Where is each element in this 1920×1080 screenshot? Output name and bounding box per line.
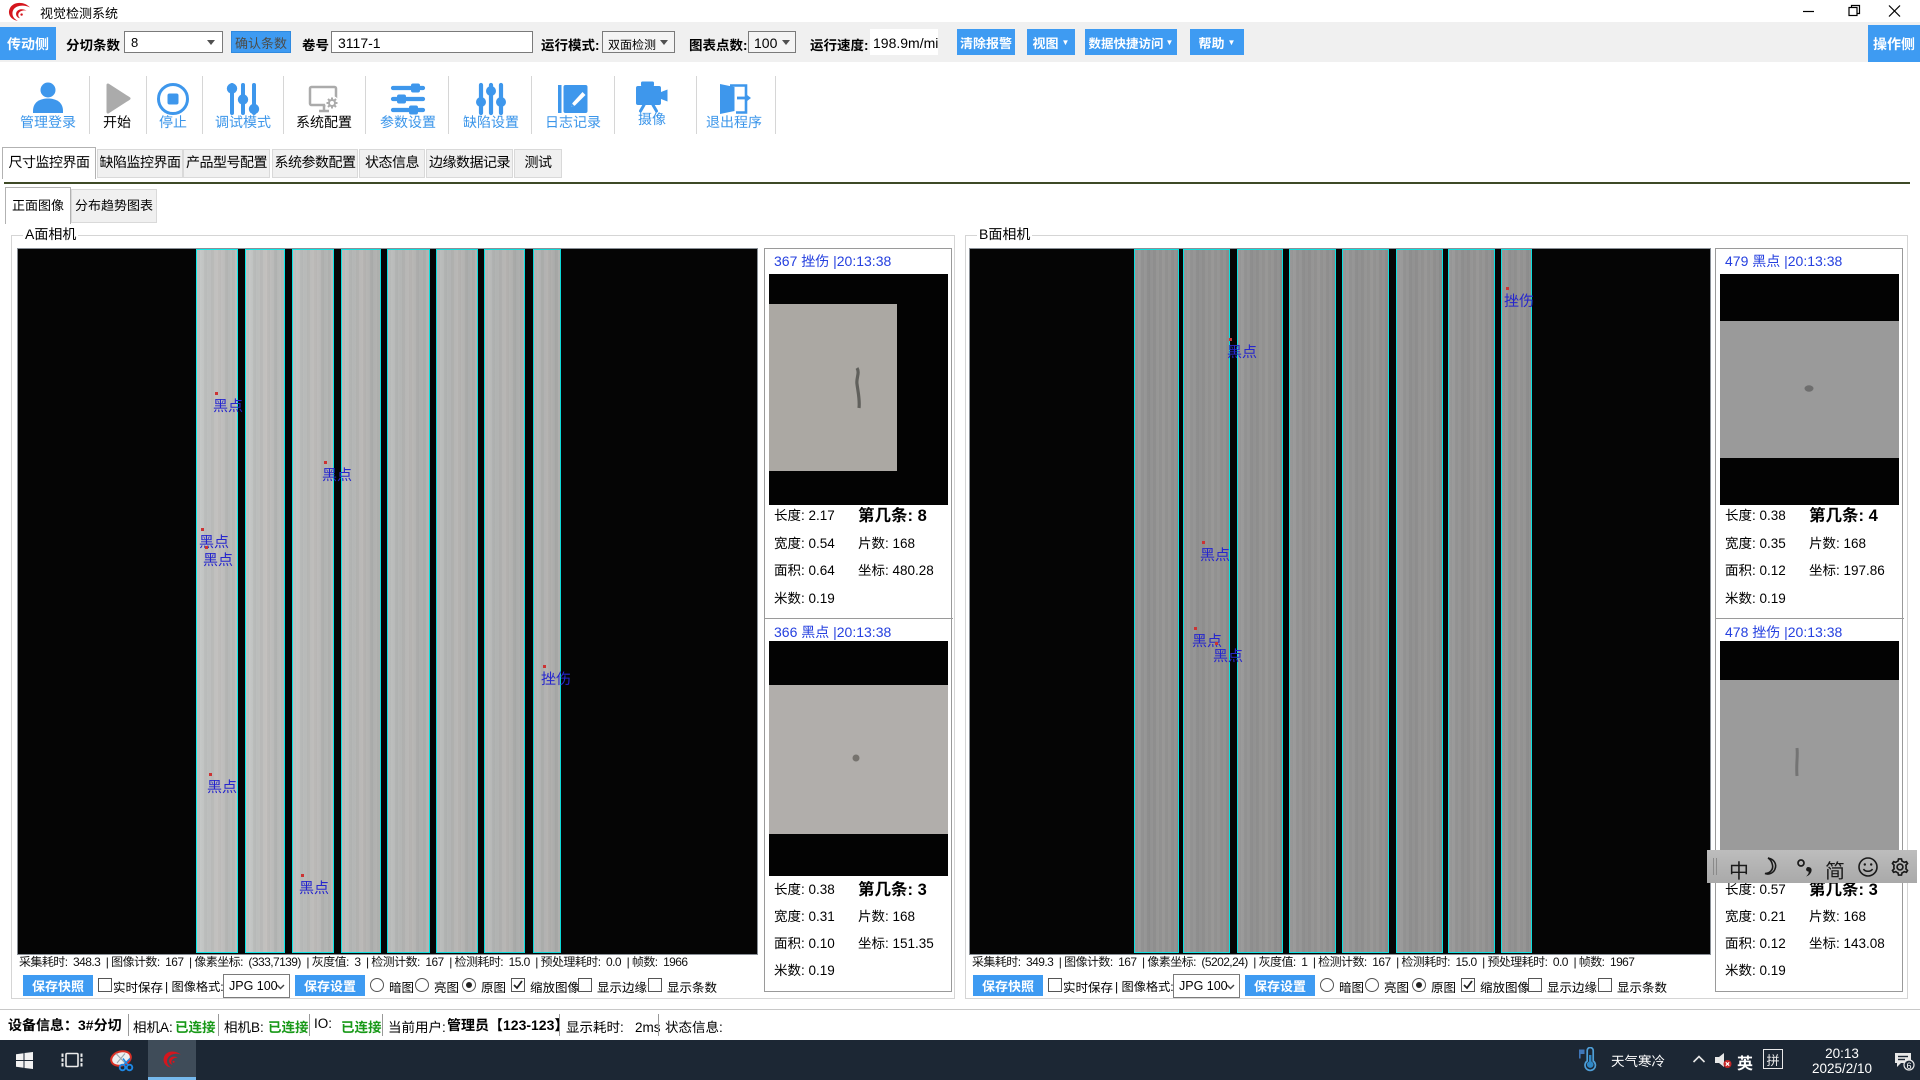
svg-text:6: 6: [1906, 1061, 1911, 1071]
